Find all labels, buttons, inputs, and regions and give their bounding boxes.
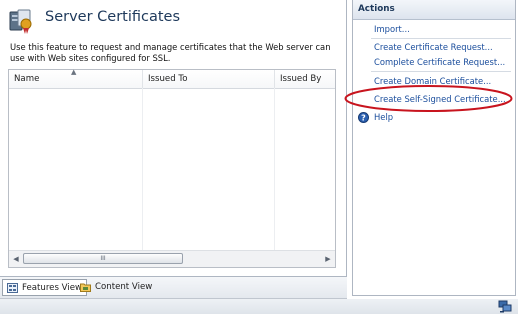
separator [371, 71, 511, 72]
column-header-issued-by[interactable]: Issued By [275, 70, 335, 88]
column-divider [274, 88, 275, 250]
action-create-self-signed-certificate[interactable]: Create Self-Signed Certificate... [374, 94, 506, 104]
certificates-list[interactable]: ▲ Name Issued To Issued By ◀ III ▶ [8, 68, 336, 268]
horizontal-scrollbar[interactable]: ◀ III ▶ [9, 250, 335, 267]
features-view-icon [7, 283, 18, 293]
action-create-domain-certificate[interactable]: Create Domain Certificate... [374, 76, 491, 86]
tab-content-view[interactable]: Content View [76, 279, 156, 296]
action-import[interactable]: Import... [374, 24, 410, 34]
action-complete-certificate-request[interactable]: Complete Certificate Request... [374, 57, 505, 67]
column-header-row: ▲ Name Issued To Issued By [9, 68, 335, 89]
features-pane: Server Certificates Use this feature to … [0, 0, 347, 277]
server-certificate-icon [9, 9, 32, 34]
feature-description: Use this feature to request and manage c… [10, 42, 331, 63]
page-title: Server Certificates [45, 9, 181, 25]
tab-features-view[interactable]: Features View [2, 279, 88, 296]
content-view-icon [80, 283, 91, 292]
action-help[interactable]: Help [374, 112, 393, 122]
column-header-issued-to[interactable]: Issued To [143, 70, 275, 88]
column-header-name-label: Name [14, 74, 40, 84]
help-icon[interactable]: ? [358, 112, 369, 123]
actions-header: Actions [353, 0, 515, 20]
scroll-right-icon[interactable]: ▶ [321, 251, 335, 267]
sort-ascending-icon: ▲ [71, 68, 77, 76]
svg-text:?: ? [361, 113, 366, 122]
column-divider [142, 88, 143, 250]
tab-features-view-label: Features View [22, 283, 83, 293]
action-create-certificate-request[interactable]: Create Certificate Request... [374, 42, 493, 52]
network-status-icon [498, 300, 512, 313]
actions-pane: Actions Import... Create Certificate Req… [352, 0, 516, 296]
status-bar [0, 299, 518, 314]
scroll-thumb[interactable]: III [23, 253, 183, 264]
view-switcher: Features View Content View [0, 277, 347, 299]
tab-content-view-label: Content View [95, 282, 153, 292]
separator [371, 38, 511, 39]
column-header-name[interactable]: ▲ Name [9, 68, 143, 88]
scroll-left-icon[interactable]: ◀ [9, 251, 23, 267]
